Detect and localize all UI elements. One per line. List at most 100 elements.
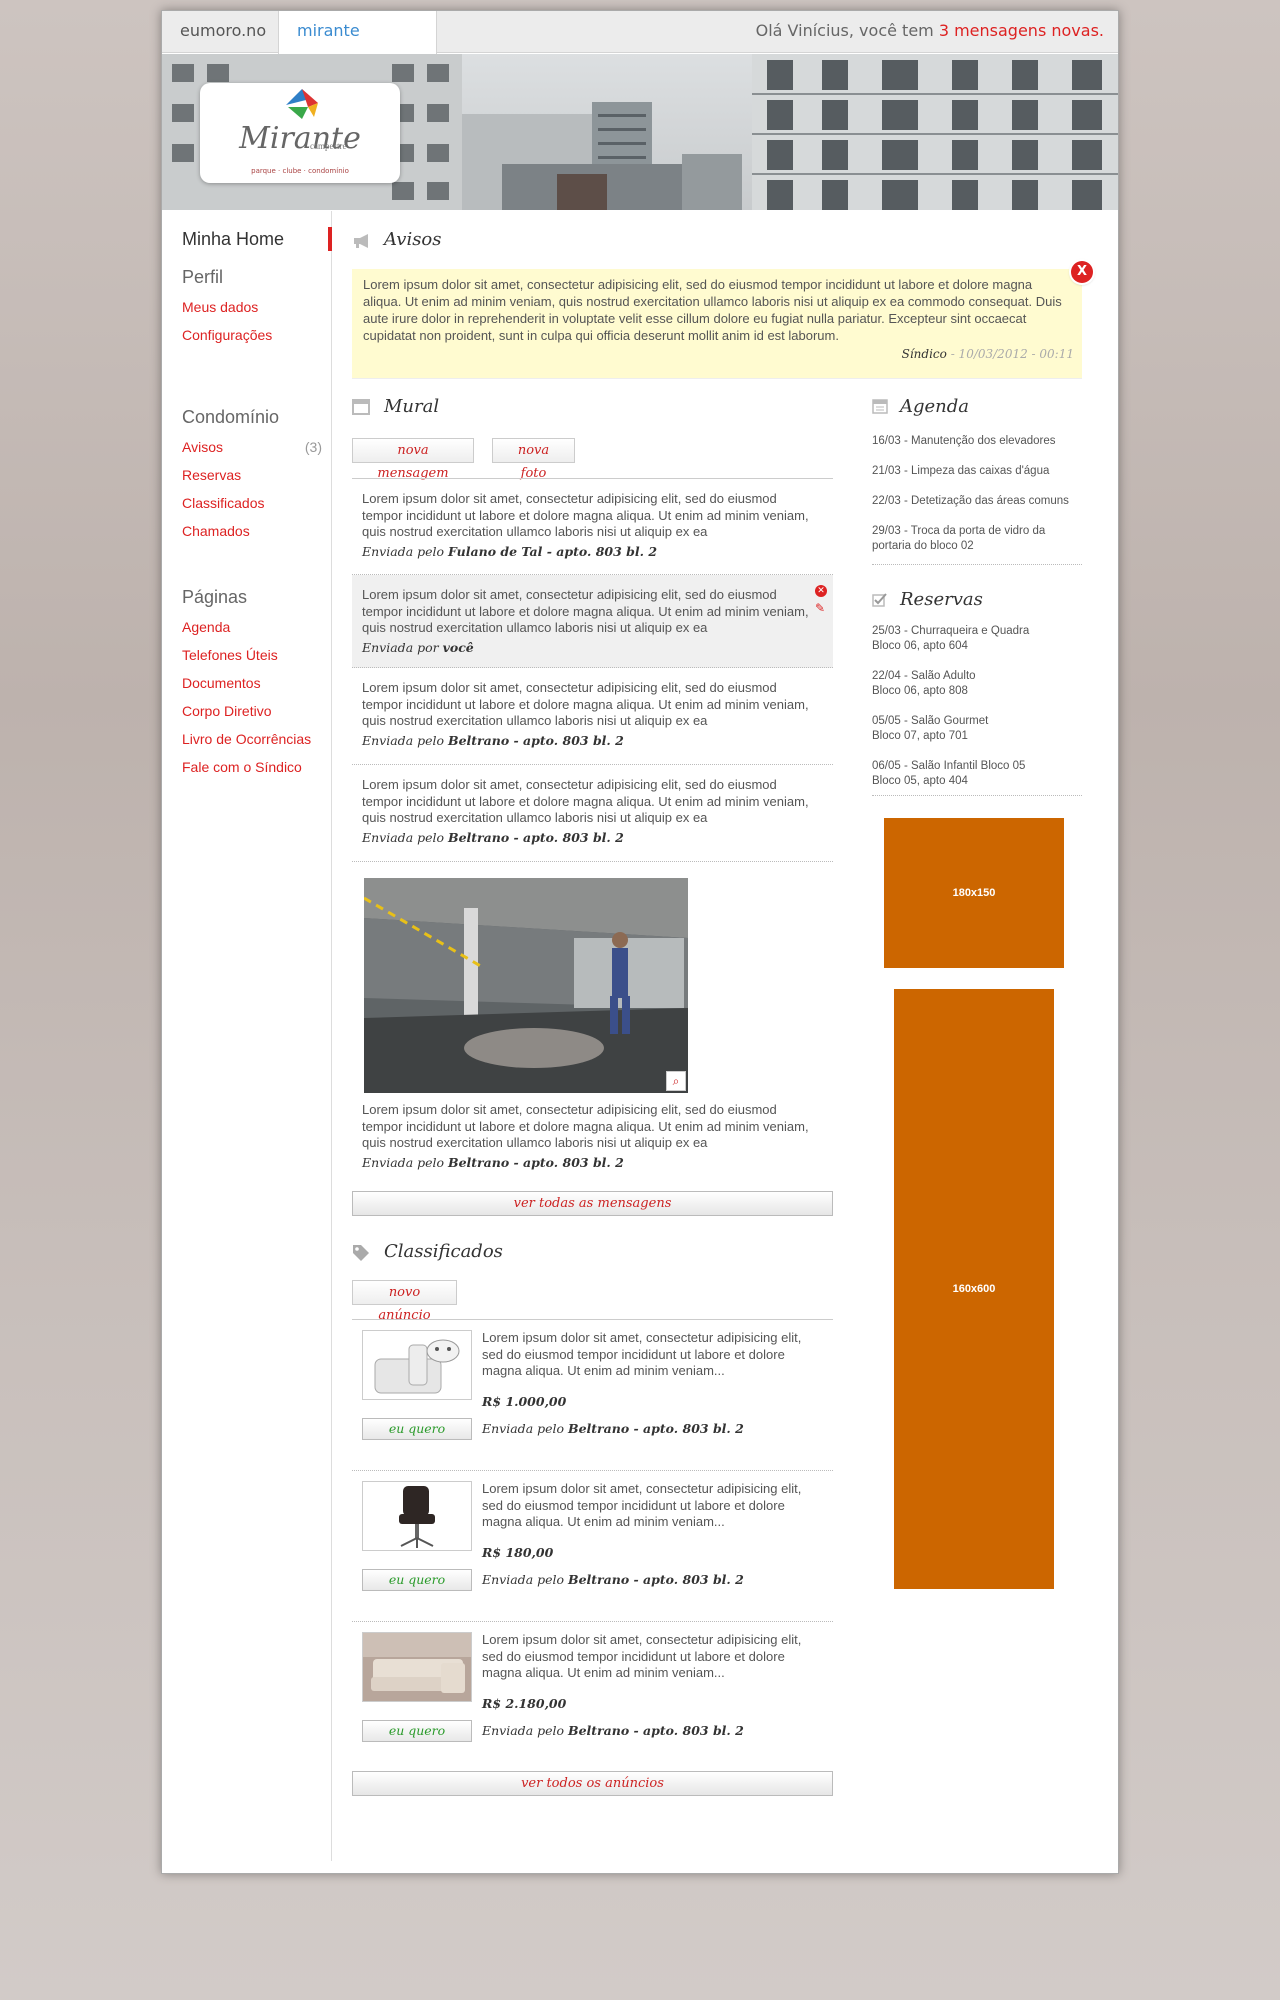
- avisos-count-badge: (3): [304, 439, 322, 455]
- item-author: Enviada pelo Beltrano - apto. 803 bl. 2: [482, 1723, 744, 1738]
- sidebar-item-meus-dados[interactable]: Meus dados: [182, 299, 322, 315]
- see-all-messages-button[interactable]: ver todas as mensagens: [352, 1191, 833, 1216]
- item-author-prefix: Enviada pelo: [482, 1723, 569, 1738]
- reserva-location: Bloco 07, apto 701: [872, 730, 968, 742]
- mural-post-own: Lorem ipsum dolor sit amet, consectetur …: [352, 575, 833, 668]
- post-author-prefix: Enviada pelo: [362, 544, 449, 559]
- reserva-line: 06/05 - Salão Infantil Bloco 05: [872, 760, 1026, 772]
- logo-sub: campestre: [310, 141, 347, 151]
- post-author: Enviada pelo Fulano de Tal - apto. 803 b…: [362, 544, 657, 559]
- want-item-button[interactable]: eu quero: [362, 1720, 472, 1742]
- post-author-prefix: Enviada por: [362, 640, 443, 655]
- item-author-name: Beltrano - apto. 803 bl. 2: [568, 1421, 744, 1436]
- sidebar-group-perfil: Perfil Meus dados Configurações: [182, 267, 322, 355]
- post-author: Enviada pelo Beltrano - apto. 803 bl. 2: [362, 733, 624, 748]
- mirante-logo[interactable]: Mirante campestre parque · clube · condo…: [200, 83, 400, 183]
- see-all-ads-button[interactable]: ver todos os anúncios: [352, 1771, 833, 1796]
- agenda-item[interactable]: 22/03 - Detetização das áreas comuns: [872, 494, 1082, 509]
- sidebar-item-label: Avisos: [182, 439, 223, 455]
- edit-post-icon[interactable]: ✎: [815, 601, 825, 615]
- greeting-text: Olá Vinícius, você tem: [755, 21, 939, 40]
- sidebar-item-documentos[interactable]: Documentos: [182, 675, 322, 691]
- sidebar-item-configuracoes[interactable]: Configurações: [182, 327, 322, 343]
- post-author: Enviada por você: [362, 640, 474, 655]
- post-author-name: Beltrano - apto. 803 bl. 2: [448, 1155, 624, 1170]
- aviso-card: Lorem ipsum dolor sit amet, consectetur …: [352, 269, 1082, 379]
- want-item-button[interactable]: eu quero: [362, 1569, 472, 1591]
- sidebar-item-chamados[interactable]: Chamados: [182, 523, 322, 539]
- new-message-button[interactable]: nova mensagem: [352, 438, 474, 481]
- tab-mirante-campestre[interactable]: mirante campestre: [278, 11, 437, 80]
- reserva-item[interactable]: 22/04 - Salão Adulto Bloco 06, apto 808: [872, 669, 1082, 699]
- reserva-item[interactable]: 06/05 - Salão Infantil Bloco 05 Bloco 05,…: [872, 759, 1082, 789]
- sidebar-group-title: Condomínio: [182, 407, 280, 427]
- sofa-image: [363, 1633, 471, 1701]
- item-author: Enviada pelo Beltrano - apto. 803 bl. 2: [482, 1572, 744, 1587]
- post-author-name: Fulano de Tal - apto. 803 bl. 2: [448, 544, 658, 559]
- post-author-prefix: Enviada pelo: [362, 1155, 449, 1170]
- aviso-author: Síndico: [901, 347, 947, 361]
- top-bar: eumoro.no mirante campestre Olá Vinícius…: [162, 11, 1118, 80]
- reserva-location: Bloco 06, apto 808: [872, 685, 968, 697]
- post-text: Lorem ipsum dolor sit amet, consectetur …: [362, 587, 809, 635]
- megaphone-icon: [354, 234, 368, 248]
- sidebar-item-agenda[interactable]: Agenda: [182, 619, 322, 635]
- logo-mark-icon: [286, 89, 318, 119]
- logo-tagline: parque · clube · condomínio: [251, 167, 349, 175]
- sidebar-item-corpo-diretivo[interactable]: Corpo Diretivo: [182, 703, 322, 719]
- item-thumbnail[interactable]: [362, 1330, 472, 1400]
- reserva-line: 05/05 - Salão Gourmet: [872, 715, 989, 727]
- close-aviso-button[interactable]: X: [1071, 261, 1093, 283]
- mural-post-photo: ⌕ Lorem ipsum dolor sit amet, consectetu…: [352, 862, 833, 1180]
- tab-eumorono[interactable]: eumoro.no: [162, 11, 278, 53]
- avisos-title: Avisos: [384, 229, 442, 250]
- sidebar-item-classificados[interactable]: Classificados: [182, 495, 322, 511]
- post-author-prefix: Enviada pelo: [362, 830, 449, 845]
- sidebar-group-title: Perfil: [182, 267, 224, 287]
- active-indicator: [328, 227, 332, 251]
- delete-post-icon[interactable]: ✕: [815, 585, 827, 597]
- item-author-prefix: Enviada pelo: [482, 1572, 569, 1587]
- agenda-item[interactable]: 29/03 - Troca da porta de vidro da porta…: [872, 524, 1082, 554]
- classified-item: Lorem ipsum dolor sit amet, consectetur …: [352, 1319, 833, 1471]
- agenda-title: Agenda: [900, 396, 970, 417]
- sidebar-item-reservas[interactable]: Reservas: [182, 467, 322, 483]
- post-author: Enviada pelo Beltrano - apto. 803 bl. 2: [362, 830, 624, 845]
- sidebar-item-telefones-uteis[interactable]: Telefones Úteis: [182, 647, 322, 663]
- agenda-item[interactable]: 16/03 - Manutenção dos elevadores: [872, 434, 1082, 449]
- sidebar-item-livro-ocorrencias[interactable]: Livro de Ocorrências: [182, 731, 322, 747]
- mural-post: Lorem ipsum dolor sit amet, consectetur …: [352, 668, 833, 765]
- item-description: Lorem ipsum dolor sit amet, consectetur …: [482, 1481, 802, 1529]
- post-text: Lorem ipsum dolor sit amet, consectetur …: [362, 680, 809, 728]
- checkbox-icon: [872, 593, 887, 607]
- post-photo[interactable]: ⌕: [364, 878, 688, 1093]
- agenda-item[interactable]: 21/03 - Limpeza das caixas d'água: [872, 464, 1082, 479]
- new-messages-link[interactable]: 3 mensagens novas: [939, 21, 1099, 40]
- sidebar-group-title: Páginas: [182, 587, 248, 607]
- sidebar-item-fale-sindico[interactable]: Fale com o Síndico: [182, 759, 322, 775]
- reserva-item[interactable]: 05/05 - Salão Gourmet Bloco 07, apto 701: [872, 714, 1082, 744]
- item-thumbnail[interactable]: [362, 1481, 472, 1551]
- new-photo-button[interactable]: nova foto: [492, 438, 575, 481]
- want-item-button[interactable]: eu quero: [362, 1418, 472, 1440]
- item-thumbnail[interactable]: [362, 1632, 472, 1702]
- ad-banner-tall[interactable]: 160x600: [894, 989, 1054, 1589]
- sidebar-group-condominio: Condomínio Avisos (3) Reservas Classifica…: [182, 407, 322, 551]
- zoom-icon[interactable]: ⌕: [666, 1071, 686, 1091]
- item-description: Lorem ipsum dolor sit amet, consectetur …: [482, 1632, 802, 1680]
- tag-icon: [353, 1245, 369, 1261]
- board-icon: [352, 399, 370, 415]
- sidebar-item-avisos[interactable]: Avisos (3): [182, 439, 322, 455]
- ad-banner-small[interactable]: 180x150: [884, 818, 1064, 968]
- post-text: Lorem ipsum dolor sit amet, consectetur …: [362, 777, 809, 825]
- reserva-location: Bloco 05, apto 404: [872, 775, 968, 787]
- page-container: eumoro.no mirante campestre Olá Vinícius…: [161, 10, 1119, 1874]
- logo-word: Mirante: [239, 121, 361, 156]
- item-price: R$ 1.000,00: [482, 1394, 567, 1409]
- post-text: Lorem ipsum dolor sit amet, consectetur …: [362, 491, 809, 539]
- sidebar-item-minha-home[interactable]: Minha Home: [182, 229, 284, 250]
- new-ad-button[interactable]: novo anúncio: [352, 1280, 457, 1323]
- classificados-title: Classificados: [384, 1241, 503, 1262]
- reserva-item[interactable]: 25/03 - Churraqueira e Quadra Bloco 06, a…: [872, 624, 1082, 654]
- reserva-location: Bloco 06, apto 604: [872, 640, 968, 652]
